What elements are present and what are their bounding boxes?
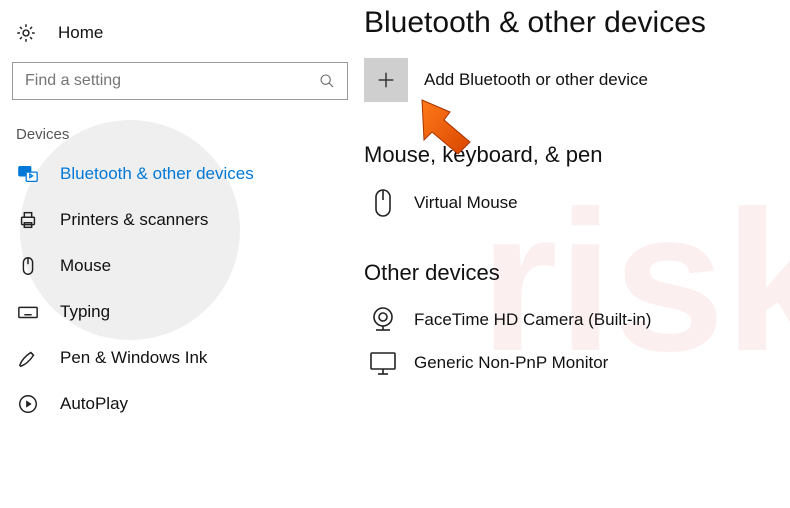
category-label: Devices	[8, 120, 352, 151]
section-other-devices: Other devices FaceTime HD Camera (Built-…	[364, 260, 780, 384]
device-label: FaceTime HD Camera (Built-in)	[414, 310, 651, 330]
sidebar-item-printers[interactable]: Printers & scanners	[8, 197, 352, 243]
printer-icon	[16, 209, 40, 231]
plus-icon	[364, 58, 408, 102]
search-box[interactable]	[12, 62, 348, 100]
camera-icon	[368, 306, 398, 334]
keyboard-icon	[16, 301, 40, 323]
mouse-icon	[16, 255, 40, 277]
sidebar-item-autoplay[interactable]: AutoPlay	[8, 381, 352, 427]
add-device-button[interactable]: Add Bluetooth or other device	[364, 58, 780, 102]
sidebar-item-label: Typing	[60, 302, 110, 322]
sidebar-item-pen[interactable]: Pen & Windows Ink	[8, 335, 352, 381]
monitor-icon	[368, 350, 398, 376]
section-title: Mouse, keyboard, & pen	[364, 142, 780, 168]
sidebar-item-bluetooth[interactable]: Bluetooth & other devices	[8, 151, 352, 197]
device-row[interactable]: Virtual Mouse	[364, 180, 780, 226]
section-title: Other devices	[364, 260, 780, 286]
device-label: Virtual Mouse	[414, 193, 518, 213]
sidebar-item-label: AutoPlay	[60, 394, 128, 414]
home-label: Home	[58, 23, 103, 43]
mouse-icon	[368, 188, 398, 218]
sidebar-item-label: Bluetooth & other devices	[60, 164, 254, 184]
sidebar-item-label: Pen & Windows Ink	[60, 348, 207, 368]
search-icon	[319, 73, 335, 89]
device-row[interactable]: FaceTime HD Camera (Built-in)	[364, 298, 780, 342]
sidebar-item-typing[interactable]: Typing	[8, 289, 352, 335]
sidebar-item-mouse[interactable]: Mouse	[8, 243, 352, 289]
section-mouse-keyboard: Mouse, keyboard, & pen Virtual Mouse	[364, 142, 780, 226]
sidebar-item-label: Mouse	[60, 256, 111, 276]
sidebar: Home Devices Bluetooth & other devices	[0, 0, 360, 508]
page-title: Bluetooth & other devices	[364, 6, 780, 40]
home-button[interactable]: Home	[8, 18, 352, 54]
autoplay-icon	[16, 393, 40, 415]
bluetooth-devices-icon	[16, 163, 40, 185]
search-input[interactable]	[25, 72, 319, 90]
sidebar-item-label: Printers & scanners	[60, 210, 208, 230]
gear-icon	[14, 22, 38, 44]
main-content: Bluetooth & other devices Add Bluetooth …	[360, 0, 790, 508]
add-device-label: Add Bluetooth or other device	[424, 70, 648, 90]
device-label: Generic Non-PnP Monitor	[414, 353, 608, 373]
device-row[interactable]: Generic Non-PnP Monitor	[364, 342, 780, 384]
pen-icon	[16, 347, 40, 369]
